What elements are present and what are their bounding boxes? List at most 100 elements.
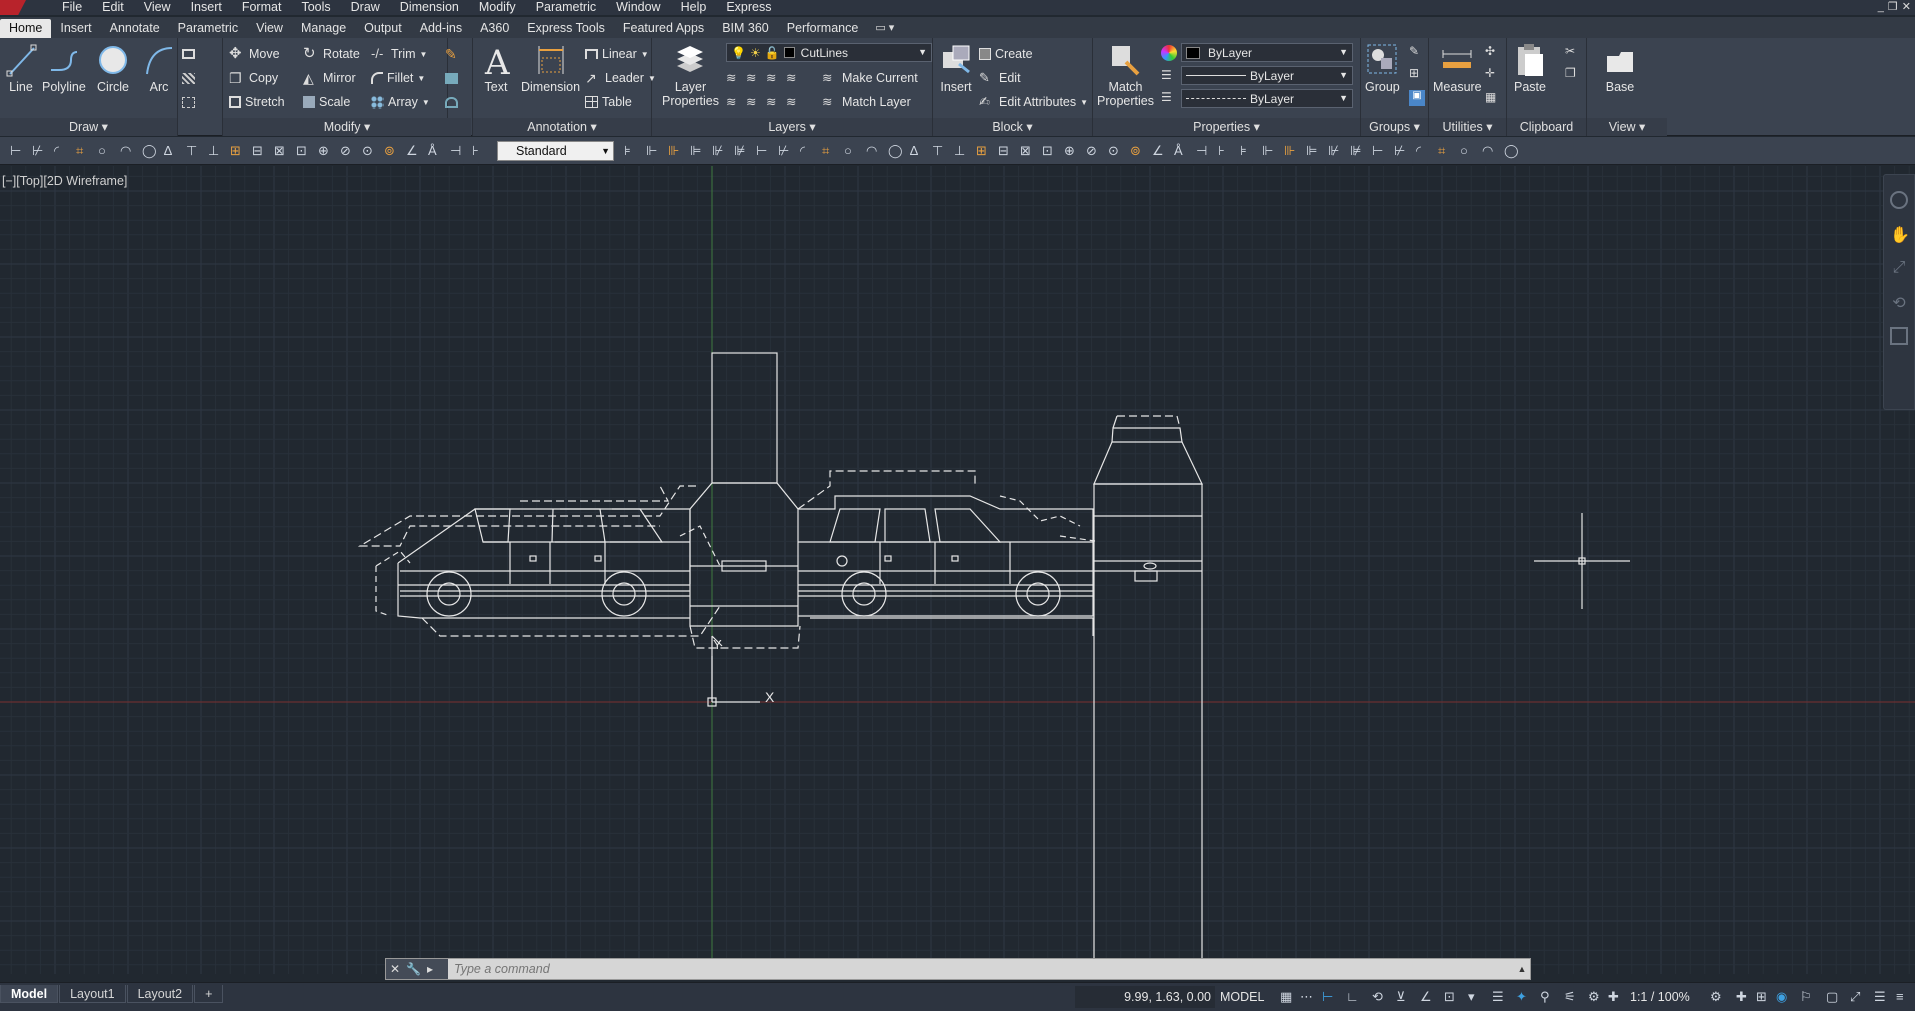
layer-unlock-icon[interactable]: ≋ — [786, 94, 802, 110]
menu-dimension[interactable]: Dimension — [390, 0, 469, 15]
dimension-tool-icon[interactable]: ⊟ — [998, 143, 1014, 159]
dimension-tool-icon[interactable]: ⌗ — [1438, 143, 1454, 159]
dimension-tool-icon[interactable]: ◯ — [142, 143, 158, 159]
dimension-tool-icon[interactable]: ○ — [844, 143, 860, 159]
copy-button[interactable]: ❐ Copy — [229, 68, 278, 88]
rotate-button[interactable]: ↻ Rotate — [303, 44, 360, 64]
dimension-tool-icon[interactable]: ∆ — [164, 143, 180, 159]
status-toggle-icon[interactable]: ⚙ — [1588, 990, 1602, 1004]
menu-insert[interactable]: Insert — [181, 0, 232, 15]
text-style-dropdown[interactable]: Standard ▼ — [497, 141, 614, 161]
status-tool-icon[interactable]: ▢ — [1826, 990, 1840, 1004]
fillet-dropdown-icon[interactable]: ▼ — [417, 74, 425, 83]
dimension-tool-icon[interactable]: ⊕ — [318, 143, 334, 159]
annotation-scale-button[interactable]: 1:1 / 100% — [1630, 986, 1690, 1008]
match-properties-button[interactable]: Match Properties — [1097, 42, 1154, 108]
drawing-canvas[interactable]: Y X [−][Top][2D Wireframe] ✋ ⤢ ⟲ — [0, 166, 1915, 974]
layers-panel-title[interactable]: Layers ▾ — [652, 118, 932, 136]
lineweight-dropdown[interactable]: ByLayer ▼ — [1181, 89, 1353, 108]
tab-home[interactable]: Home — [0, 19, 52, 38]
ribbon-options-button[interactable]: ▭ ▾ — [867, 19, 902, 38]
layer-off-icon[interactable]: ≋ — [726, 70, 742, 86]
dimension-tool-icon[interactable]: ⊡ — [1042, 143, 1058, 159]
dimension-tool-icon[interactable]: ◜ — [1416, 143, 1432, 159]
dimension-tool-icon[interactable]: ○ — [98, 143, 114, 159]
viewport-controls[interactable]: [−][Top][2D Wireframe] — [2, 174, 127, 188]
paste-button[interactable]: Paste — [1513, 42, 1547, 94]
dimension-tool-icon[interactable]: ⊬ — [778, 143, 794, 159]
layer-isolate-icon[interactable]: ≋ — [746, 70, 762, 86]
dimension-tool-icon[interactable]: ⊞ — [976, 143, 992, 159]
modify-panel-title[interactable]: Modify ▾ — [223, 118, 471, 136]
text-button[interactable]: A Text — [479, 42, 513, 94]
dimension-tool-icon[interactable]: ⊤ — [932, 143, 948, 159]
properties-panel-title[interactable]: Properties ▾ — [1093, 118, 1360, 136]
model-space-button[interactable]: MODEL — [1220, 986, 1264, 1008]
tab-featured-apps[interactable]: Featured Apps — [614, 19, 713, 38]
layer-lock-icon[interactable]: ≋ — [786, 70, 802, 86]
table-button[interactable]: Table — [585, 92, 632, 112]
dimension-tool-icon[interactable]: ◯ — [1504, 143, 1520, 159]
mirror-button[interactable]: ◭ Mirror — [303, 68, 356, 88]
tab-parametric[interactable]: Parametric — [169, 19, 247, 38]
status-toggle-icon[interactable]: ∟ — [1346, 990, 1360, 1004]
dimension-tool-icon[interactable]: ⌗ — [822, 143, 838, 159]
layer-dropdown[interactable]: 💡 ☀ 🔓 CutLines ▼ — [726, 43, 932, 62]
array-dropdown-icon[interactable]: ▼ — [422, 98, 430, 107]
dimension-tool-icon[interactable]: ◠ — [866, 143, 882, 159]
menu-draw[interactable]: Draw — [341, 0, 390, 15]
dimension-tool-icon[interactable]: ∠ — [406, 143, 422, 159]
dimension-tool-icon[interactable]: ⊚ — [384, 143, 400, 159]
menu-parametric[interactable]: Parametric — [526, 0, 606, 15]
color-dropdown[interactable]: ByLayer ▼ — [1181, 43, 1353, 62]
block-panel-title[interactable]: Block ▾ — [933, 118, 1092, 136]
status-tool-icon[interactable]: ⚐ — [1800, 990, 1814, 1004]
edit-attributes-button[interactable]: ✍ Edit Attributes ▼ — [979, 92, 1088, 112]
offset-button[interactable] — [445, 92, 458, 112]
dimension-tool-icon[interactable]: ⊕ — [1064, 143, 1080, 159]
status-toggle-icon[interactable]: ⚲ — [1540, 990, 1554, 1004]
menu-express[interactable]: Express — [716, 0, 781, 15]
move-button[interactable]: ✥ Move — [229, 44, 280, 64]
dimension-tool-icon[interactable]: ⊧ — [1240, 143, 1256, 159]
tab-view[interactable]: View — [247, 19, 292, 38]
dimension-tool-icon[interactable]: Å — [428, 143, 444, 159]
layer-freeze-icon[interactable]: ≋ — [766, 70, 782, 86]
status-toggle-icon[interactable]: ⟲ — [1372, 990, 1386, 1004]
menu-file[interactable]: File — [52, 0, 92, 15]
command-close-icon[interactable]: ✕ — [390, 962, 400, 976]
tab-layout2[interactable]: Layout2 — [126, 985, 194, 1003]
dimension-tool-icon[interactable]: ⌗ — [76, 143, 92, 159]
coordinates-readout[interactable]: 9.99, 1.63, 0.00 — [1075, 986, 1215, 1008]
layer-unisolate-icon[interactable]: ≋ — [746, 94, 762, 110]
dimension-tool-icon[interactable]: ⊠ — [274, 143, 290, 159]
tab-manage[interactable]: Manage — [292, 19, 355, 38]
erase-button[interactable]: ✎ — [445, 44, 461, 64]
dimension-tool-icon[interactable]: ⊣ — [1196, 143, 1212, 159]
status-tool-icon[interactable]: ≡ — [1896, 990, 1910, 1004]
command-expand-icon[interactable]: ▲ — [1514, 964, 1530, 974]
menu-tools[interactable]: Tools — [291, 0, 340, 15]
menu-edit[interactable]: Edit — [92, 0, 134, 15]
dimension-tool-icon[interactable]: ⊯ — [1350, 143, 1366, 159]
status-tool-icon[interactable]: ◉ — [1776, 990, 1790, 1004]
trim-button[interactable]: -/- Trim ▼ — [371, 44, 427, 64]
tab-express-tools[interactable]: Express Tools — [518, 19, 614, 38]
explode-button[interactable] — [445, 68, 458, 88]
dimension-tool-icon[interactable]: ⊥ — [954, 143, 970, 159]
dimension-tool-icon[interactable]: ⊞ — [230, 143, 246, 159]
dimension-tool-icon[interactable]: ⊠ — [1020, 143, 1036, 159]
menu-modify[interactable]: Modify — [469, 0, 526, 15]
polyline-button[interactable]: Polyline — [42, 42, 86, 94]
create-block-button[interactable]: Create — [979, 44, 1033, 64]
copy-clip-icon[interactable]: ❐ — [1565, 66, 1581, 82]
tab-performance[interactable]: Performance — [778, 19, 868, 38]
quick-select-icon[interactable]: ✣ — [1485, 44, 1501, 60]
status-toggle-icon[interactable]: ⚟ — [1564, 990, 1578, 1004]
status-toggle-icon[interactable]: ▾ — [1468, 990, 1482, 1004]
restore-icon[interactable]: ❐ — [1888, 0, 1898, 15]
close-icon[interactable]: ✕ — [1902, 0, 1911, 15]
status-tool-icon[interactable]: ✚ — [1736, 990, 1750, 1004]
dimension-tool-icon[interactable]: ⊫ — [1306, 143, 1322, 159]
status-toggle-icon[interactable]: ▦ — [1280, 990, 1294, 1004]
